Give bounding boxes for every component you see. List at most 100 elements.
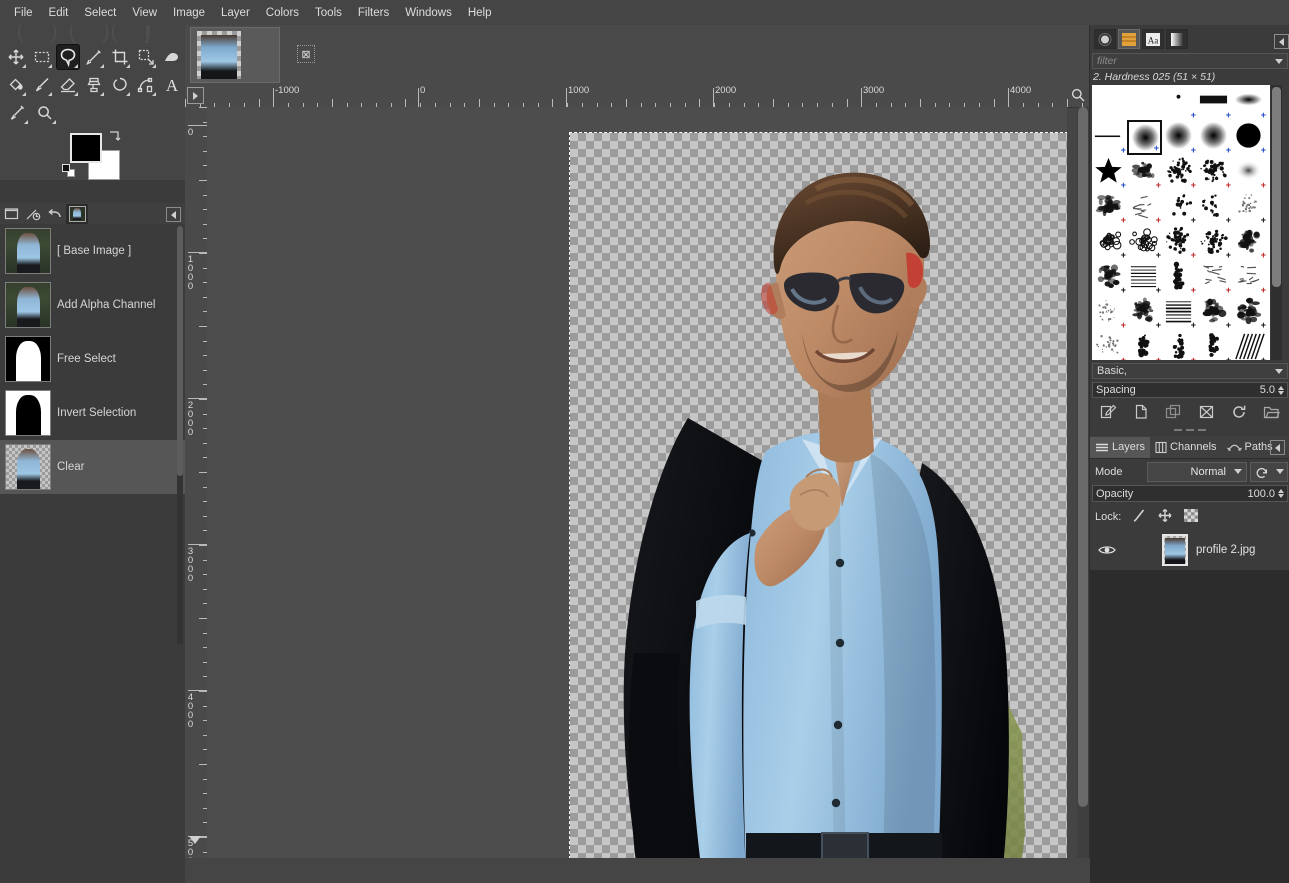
brush-item[interactable]: +: [1232, 190, 1267, 225]
vertical-ruler[interactable]: 010002000300040005000: [185, 107, 208, 858]
brush-item[interactable]: +: [1092, 225, 1127, 260]
layers-panel-menu-button[interactable]: [1270, 440, 1285, 455]
brushes-tab[interactable]: [1094, 29, 1116, 49]
menu-item-help[interactable]: Help: [460, 4, 500, 22]
delete-brush-button[interactable]: [1193, 402, 1219, 422]
brush-item[interactable]: +: [1127, 225, 1162, 260]
close-icon[interactable]: ⊠: [297, 45, 315, 63]
canvas-vscroll-thumb[interactable]: [1078, 107, 1088, 807]
menu-item-select[interactable]: Select: [76, 4, 124, 22]
chevron-down-icon[interactable]: [1275, 369, 1283, 374]
history-entry[interactable]: Invert Selection: [0, 386, 185, 440]
undo-arrow-tab[interactable]: [44, 204, 66, 224]
brush-item[interactable]: +: [1127, 155, 1162, 190]
brush-item[interactable]: +: [1232, 155, 1267, 190]
rectangle-select-tool[interactable]: [30, 44, 54, 70]
edit-brush-button[interactable]: [1095, 402, 1121, 422]
brush-item[interactable]: +: [1092, 155, 1127, 190]
images-tab[interactable]: [0, 204, 22, 224]
brush-item[interactable]: +: [1127, 190, 1162, 225]
eraser-tool[interactable]: [56, 72, 80, 98]
lock-pixels-button[interactable]: [1131, 508, 1147, 526]
brush-item[interactable]: +: [1197, 155, 1232, 190]
text-tool[interactable]: A: [160, 72, 184, 98]
color-picker-tool[interactable]: [4, 100, 30, 126]
image-tab-profile[interactable]: [190, 27, 280, 83]
tool-options-tab[interactable]: [22, 204, 44, 224]
brush-item[interactable]: +: [1162, 190, 1197, 225]
brush-item[interactable]: +: [1232, 120, 1267, 155]
menu-item-colors[interactable]: Colors: [258, 4, 307, 22]
ruler-menu-button[interactable]: [187, 87, 204, 104]
brush-grid-scrollbar[interactable]: [1271, 85, 1282, 360]
brush-item[interactable]: +: [1092, 330, 1127, 360]
brush-item[interactable]: +: [1197, 260, 1232, 295]
brush-filter-input[interactable]: filter: [1092, 53, 1288, 69]
spacing-stepper[interactable]: [1278, 386, 1284, 395]
transform-tool[interactable]: [134, 44, 158, 70]
brush-item[interactable]: +: [1197, 330, 1232, 360]
brush-item[interactable]: +: [1232, 225, 1267, 260]
canvas-viewport[interactable]: [207, 107, 1067, 858]
history-entry[interactable]: Free Select: [0, 332, 185, 386]
history-entry[interactable]: Clear: [0, 440, 185, 494]
brushes-panel-menu-button[interactable]: [1274, 34, 1289, 49]
brush-item[interactable]: +: [1127, 120, 1162, 155]
undo-history-tab[interactable]: [66, 204, 88, 224]
dock-resize-grip[interactable]: [1090, 425, 1289, 435]
brush-item[interactable]: +: [1232, 295, 1267, 330]
chevron-down-icon[interactable]: [1234, 469, 1242, 474]
menu-item-file[interactable]: File: [6, 4, 41, 22]
history-scrollbar[interactable]: [177, 226, 183, 644]
tab-layers[interactable]: Layers: [1090, 437, 1150, 458]
lock-position-button[interactable]: [1157, 508, 1173, 526]
brush-scroll-thumb[interactable]: [1272, 87, 1281, 287]
brush-item[interactable]: +: [1197, 295, 1232, 330]
menu-item-windows[interactable]: Windows: [397, 4, 460, 22]
move-tool[interactable]: [4, 44, 28, 70]
brush-spacing-field[interactable]: Spacing 5.0: [1092, 382, 1288, 398]
navigate-icon[interactable]: [189, 836, 201, 844]
brush-item[interactable]: +: [1092, 120, 1127, 155]
crop-tool[interactable]: [108, 44, 132, 70]
foreground-color-swatch[interactable]: [70, 133, 102, 163]
menu-item-view[interactable]: View: [124, 4, 165, 22]
brush-item[interactable]: +: [1162, 295, 1197, 330]
brush-grid[interactable]: ++++++++++++++++++++++++++++++++++++++: [1092, 85, 1270, 360]
layer-visibility-icon[interactable]: [1096, 544, 1118, 556]
layer-row[interactable]: profile 2.jpg: [1090, 530, 1289, 570]
paintbrush-tool[interactable]: [30, 72, 54, 98]
brush-item[interactable]: +: [1197, 190, 1232, 225]
brush-item[interactable]: +: [1162, 85, 1197, 120]
lock-alpha-button[interactable]: [1183, 508, 1199, 526]
brush-item[interactable]: +: [1127, 260, 1162, 295]
layer-mode-select[interactable]: Normal: [1147, 462, 1247, 482]
brush-item[interactable]: +: [1092, 190, 1127, 225]
canvas-vertical-scrollbar[interactable]: [1077, 107, 1089, 858]
swap-colors-icon[interactable]: [108, 130, 122, 144]
brush-item[interactable]: +: [1162, 330, 1197, 360]
brush-item[interactable]: +: [1232, 85, 1267, 120]
image-canvas[interactable]: [570, 133, 1067, 858]
menu-item-image[interactable]: Image: [165, 4, 213, 22]
history-entry[interactable]: Add Alpha Channel: [0, 278, 185, 332]
brush-item[interactable]: [1127, 85, 1162, 120]
reset-colors-icon[interactable]: [62, 164, 76, 178]
menu-item-filters[interactable]: Filters: [350, 4, 397, 22]
brush-item[interactable]: +: [1162, 155, 1197, 190]
patterns-tab[interactable]: [1118, 29, 1140, 49]
chevron-down-icon[interactable]: [1276, 469, 1284, 474]
clone-stamp-tool[interactable]: [82, 72, 106, 98]
horizontal-ruler[interactable]: -1000010002000300040005000: [185, 85, 1089, 108]
brush-item[interactable]: +: [1232, 260, 1267, 295]
brush-item[interactable]: +: [1162, 260, 1197, 295]
paths-tool[interactable]: [134, 72, 158, 98]
menu-item-tools[interactable]: Tools: [307, 4, 350, 22]
opacity-stepper[interactable]: [1278, 489, 1284, 498]
brush-item[interactable]: +: [1232, 330, 1267, 360]
gradients-tab[interactable]: [1166, 29, 1188, 49]
free-select-tool[interactable]: [56, 44, 80, 70]
layer-opacity-field[interactable]: Opacity 100.0: [1092, 485, 1288, 502]
undo-history-list[interactable]: [ Base Image ]Add Alpha ChannelFree Sele…: [0, 224, 185, 648]
fonts-tab[interactable]: Aa: [1142, 29, 1164, 49]
